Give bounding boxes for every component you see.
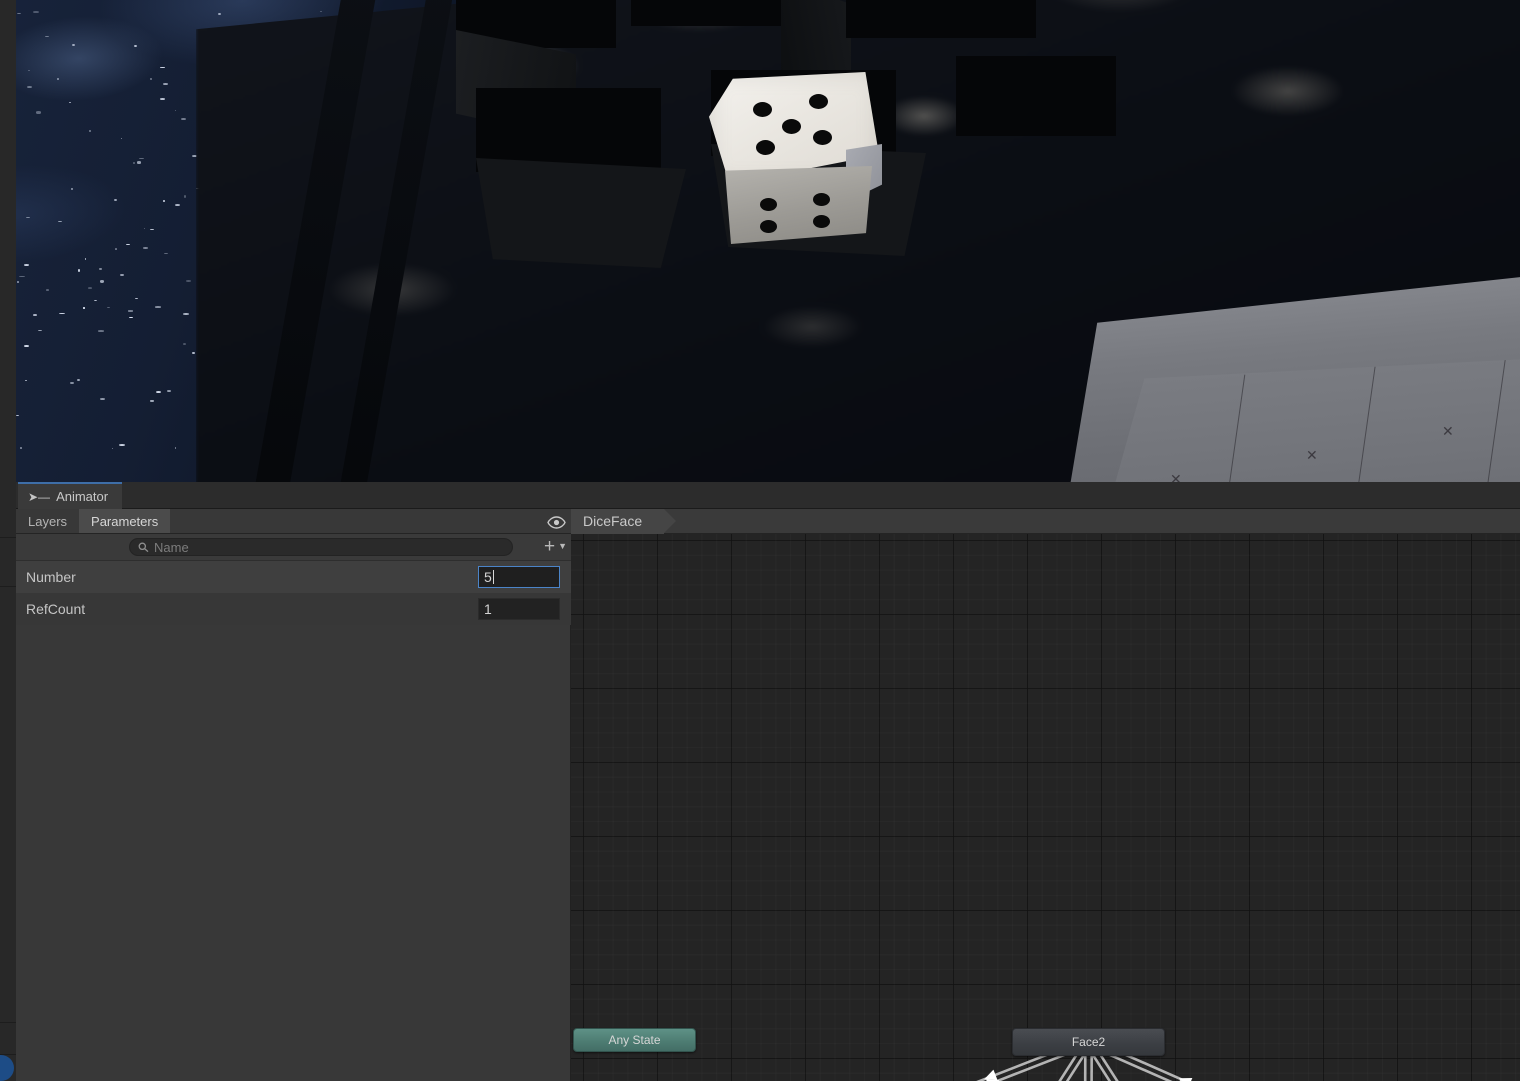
parameter-value: 5 [484,569,492,585]
animator-subtabs: Layers Parameters [16,509,571,534]
unity-editor-window: ✕ ✕ ✕ ➤— Animator Layers Parameters Name… [0,0,1520,1081]
parameter-name: RefCount [26,601,86,617]
tab-animator[interactable]: ➤— Animator [18,482,123,509]
subtab-parameters-label: Parameters [91,513,159,529]
state-node-any-state[interactable]: Any State [573,1028,696,1052]
breadcrumb-item-diceface[interactable]: DiceFace [571,508,679,534]
status-indicator[interactable] [0,1055,14,1081]
subtab-layers-label: Layers [28,513,68,529]
state-node-face2[interactable]: Face2 [1012,1028,1165,1056]
add-parameter-button[interactable]: + ▼ [544,537,567,556]
tab-animator-label: Animator [56,489,109,504]
animator-icon: ➤— [28,489,51,504]
dice-front-face [725,166,872,244]
breadcrumb: DiceFace [571,508,1520,534]
subtab-parameters[interactable]: Parameters [79,509,171,533]
parameter-value-input[interactable]: 5 [478,566,560,588]
state-node-label: Any State [608,1033,661,1047]
platform-marker: ✕ [1170,471,1182,482]
animator-state-graph[interactable]: Any StateEntryFace1Face2Face3Face4Face5F… [571,534,1520,1081]
parameter-row-number[interactable]: Number 5 [16,561,571,593]
subtab-layers[interactable]: Layers [16,509,79,533]
search-placeholder: Name [154,539,189,555]
plus-icon: + [544,536,556,557]
breadcrumb-label: DiceFace [583,513,643,529]
parameters-pane: Name + ▼ Number 5 RefCount 1 [16,534,571,1081]
platform-marker: ✕ [1442,423,1454,439]
parameter-row-refcount[interactable]: RefCount 1 [16,593,571,625]
search-input[interactable]: Name [129,538,513,556]
parameter-value: 1 [484,601,492,617]
platform-marker: ✕ [1306,447,1318,463]
eye-icon[interactable] [544,512,568,532]
transition-arrow-icon [984,1069,998,1081]
parameters-search-row: Name + ▼ [16,534,571,561]
chevron-down-icon: ▼ [558,541,568,551]
transition-edges [976,1037,1193,1081]
animator-editor-panel: ➤— Animator Layers Parameters Name + ▼ N… [0,482,1520,1081]
parameter-value-input[interactable]: 1 [478,598,560,620]
left-gutter [0,482,16,1081]
state-node-label: Face2 [1071,1035,1106,1049]
dice-object [706,72,886,262]
game-view[interactable]: ✕ ✕ ✕ [16,0,1520,482]
search-icon [138,542,149,552]
editor-tab-strip: ➤— Animator [16,482,1520,509]
parameter-name: Number [26,569,76,585]
text-caret [492,570,494,584]
